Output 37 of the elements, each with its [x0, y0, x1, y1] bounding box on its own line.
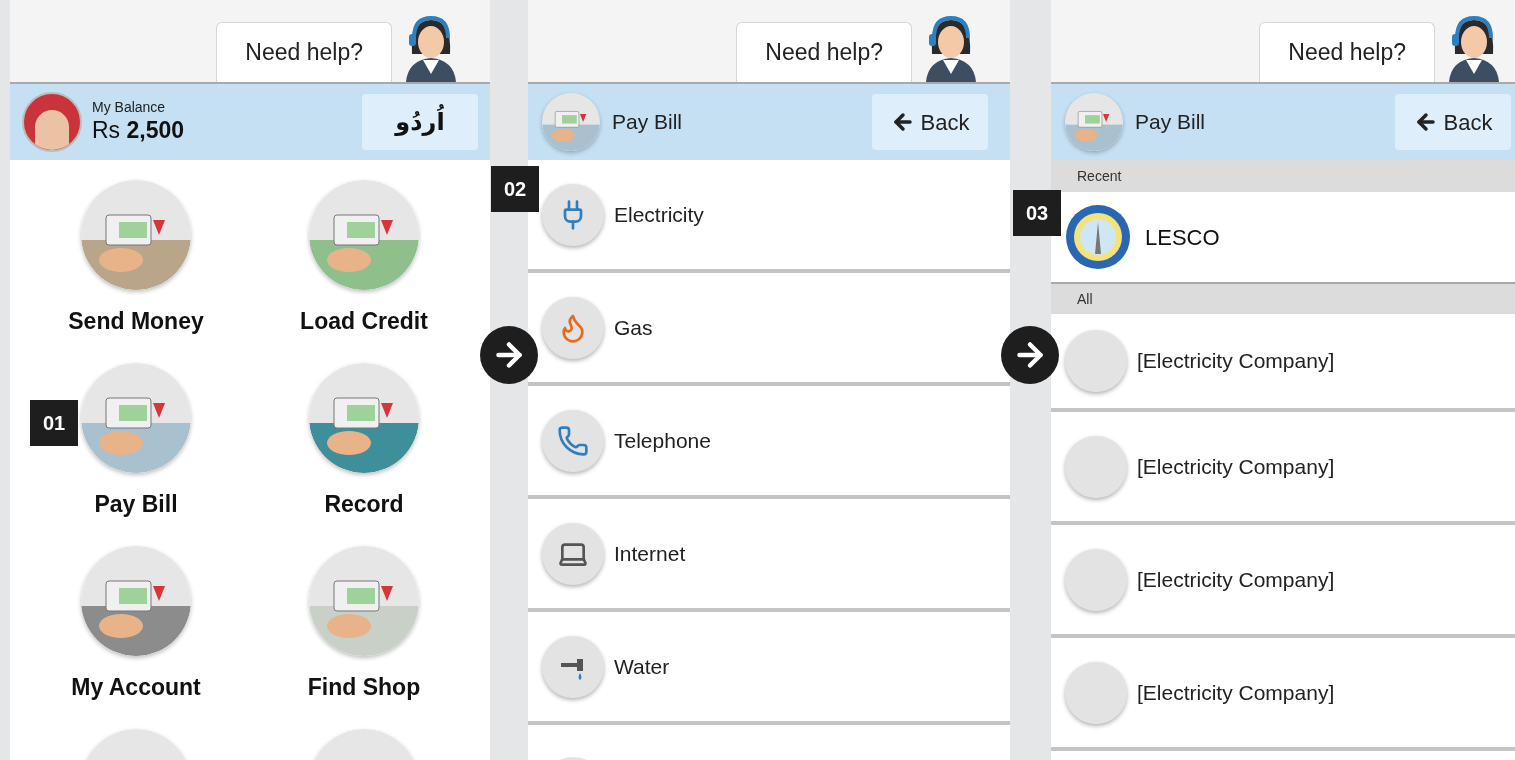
placeholder-logo-icon	[1065, 330, 1127, 392]
screen-title: Pay Bill	[1135, 109, 1207, 136]
menu-tile[interactable]: Send Money	[22, 180, 250, 334]
placeholder-logo-icon	[1065, 435, 1127, 498]
section-header: All	[1051, 284, 1515, 314]
phone-icon	[557, 424, 589, 457]
balance-amount: Rs 2,500	[92, 116, 186, 146]
back-button[interactable]: Back	[1395, 94, 1511, 150]
company-row[interactable]: [Electricity Company]	[1063, 525, 1515, 634]
bill-category-row[interactable]: Electricity	[542, 160, 998, 269]
company-row[interactable]: [Electricity Company]	[1063, 638, 1515, 747]
company-logo-icon	[1065, 204, 1131, 270]
company-row[interactable]: LESCO	[1063, 192, 1515, 282]
step-badge: 01	[30, 400, 78, 446]
bill-category-row[interactable]: Internet	[542, 499, 998, 608]
step-badge: 02	[491, 166, 539, 212]
back-button[interactable]: Back	[872, 94, 988, 150]
menu-tile[interactable]: Load Credit	[250, 180, 478, 334]
profile-avatar	[22, 92, 82, 152]
step-badge: 03	[1013, 190, 1061, 236]
menu-tile[interactable]: Find Shop	[250, 546, 478, 700]
menu-tile[interactable]: Record	[250, 363, 478, 517]
bill-category-row[interactable]: Water	[542, 612, 998, 721]
screen-title: Pay Bill	[612, 109, 684, 136]
placeholder-logo-icon	[1065, 661, 1127, 724]
language-button[interactable]: اُردُو	[362, 94, 478, 150]
help-bubble[interactable]: Need help?	[1259, 22, 1435, 82]
company-row[interactable]: [Electricity Company]	[1063, 412, 1515, 521]
company-row[interactable]: [Electricity Company]	[1063, 314, 1515, 408]
placeholder-logo-icon	[1065, 548, 1127, 611]
section-header: Recent	[1051, 160, 1515, 192]
menu-tile[interactable]: My Account	[22, 546, 250, 700]
balance-label: My Balance	[92, 98, 167, 117]
help-bubble[interactable]: Need help?	[216, 22, 392, 82]
bill-category-row[interactable]: Gas	[542, 273, 998, 382]
bill-category-row[interactable]: Telephone	[542, 386, 998, 495]
help-bubble[interactable]: Need help?	[736, 22, 912, 82]
